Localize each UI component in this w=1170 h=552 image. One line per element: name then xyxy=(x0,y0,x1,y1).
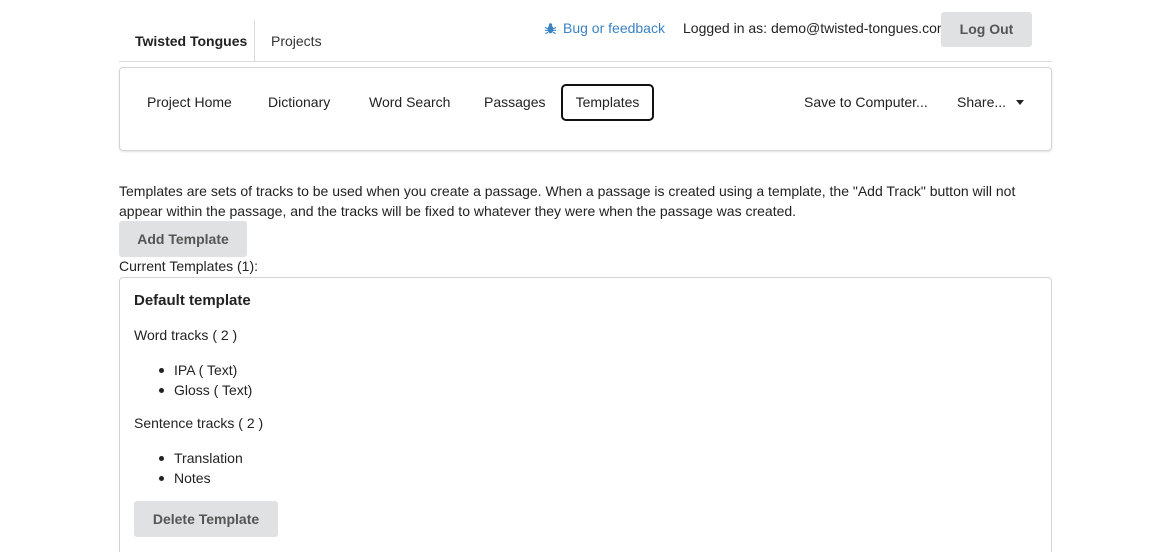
project-nav-card: Project Home Dictionary Word Search Pass… xyxy=(119,67,1052,151)
list-item: Gloss ( Text) xyxy=(134,380,252,400)
track-name: Translation xyxy=(174,450,243,466)
delete-template-button[interactable]: Delete Template xyxy=(134,501,278,537)
templates-description: Templates are sets of tracks to be used … xyxy=(119,183,1016,219)
tab-passages[interactable]: Passages xyxy=(484,84,545,121)
tab-project-home[interactable]: Project Home xyxy=(147,84,232,121)
list-item: IPA ( Text) xyxy=(134,360,252,380)
logged-in-status: Logged in as: demo@twisted-tongues.com xyxy=(683,20,949,36)
tab-dictionary[interactable]: Dictionary xyxy=(268,84,330,121)
list-item: Notes xyxy=(134,468,243,488)
add-template-button[interactable]: Add Template xyxy=(119,221,247,257)
track-name: Notes xyxy=(174,470,211,486)
sentence-tracks-heading: Sentence tracks ( 2 ) xyxy=(134,415,264,431)
bug-icon xyxy=(544,22,557,35)
bug-feedback-label: Bug or feedback xyxy=(563,20,665,36)
tab-word-search[interactable]: Word Search xyxy=(369,84,450,121)
top-bar: Twisted Tongues Projects Bug or feedback… xyxy=(119,10,1052,62)
word-tracks-list: IPA ( Text) Gloss ( Text) xyxy=(134,360,252,400)
bullet xyxy=(159,368,164,373)
bullet xyxy=(159,456,164,461)
projects-link[interactable]: Projects xyxy=(271,20,322,62)
track-name: Gloss ( Text) xyxy=(174,382,253,398)
bug-feedback-link[interactable]: Bug or feedback xyxy=(544,20,665,36)
app-root: Twisted Tongues Projects Bug or feedback… xyxy=(0,0,1170,552)
bullet xyxy=(159,476,164,481)
current-templates-label: Current Templates (1): xyxy=(119,258,259,274)
bullet xyxy=(159,388,164,393)
top-bar-divider xyxy=(119,61,1052,62)
template-card: Default template Word tracks ( 2 ) IPA (… xyxy=(119,277,1052,552)
logout-button[interactable]: Log Out xyxy=(941,12,1032,47)
sentence-tracks-list: Translation Notes xyxy=(134,448,243,488)
list-item: Translation xyxy=(134,448,243,468)
tab-templates[interactable]: Templates xyxy=(561,84,654,121)
share-dropdown[interactable]: Share... xyxy=(957,84,1006,121)
word-tracks-heading: Word tracks ( 2 ) xyxy=(134,327,238,343)
chevron-down-icon[interactable] xyxy=(1016,100,1024,105)
track-name: IPA ( Text) xyxy=(174,362,238,378)
save-to-computer-button[interactable]: Save to Computer... xyxy=(804,84,928,121)
template-title: Default template xyxy=(134,292,251,309)
brand-link[interactable]: Twisted Tongues xyxy=(119,20,255,62)
